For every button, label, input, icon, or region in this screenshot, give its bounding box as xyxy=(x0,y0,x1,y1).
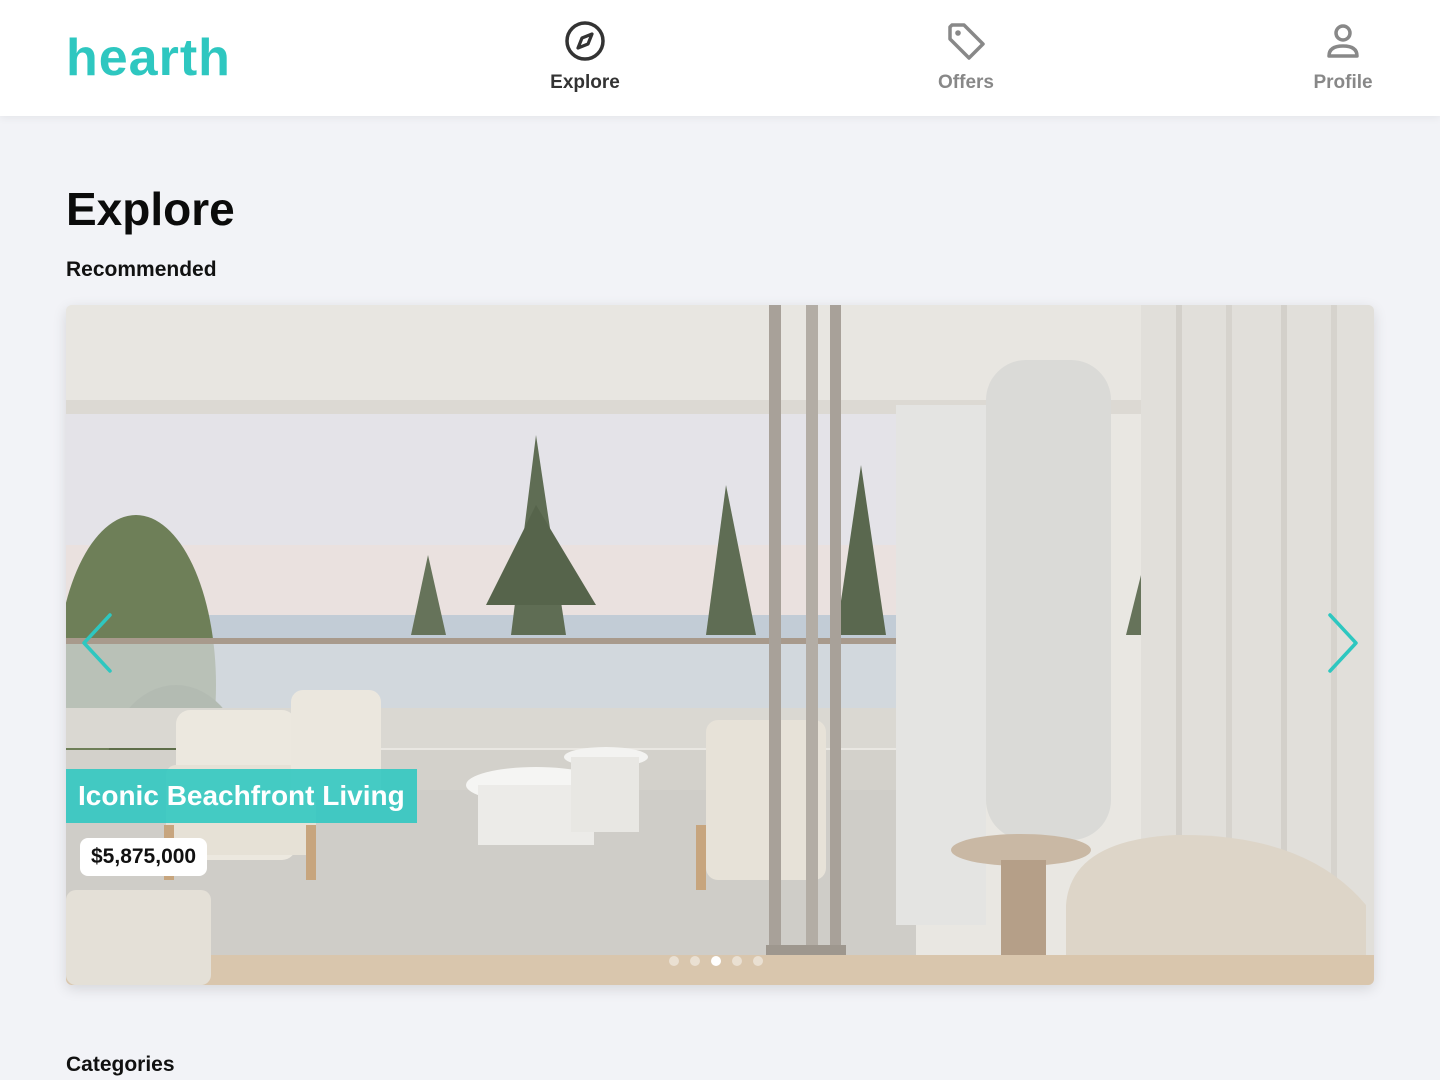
listing-price-badge: $5,875,000 xyxy=(80,838,208,876)
carousel-dot[interactable] xyxy=(690,956,700,966)
nav-offers-label: Offers xyxy=(938,72,994,93)
hearth-logo[interactable]: hearth xyxy=(66,28,231,88)
tag-icon xyxy=(943,18,989,64)
nav-explore-label: Explore xyxy=(550,72,620,93)
listing-title[interactable]: Iconic Beachfront Living xyxy=(66,769,417,823)
carousel-prev-button[interactable] xyxy=(72,610,122,680)
carousel-dot[interactable] xyxy=(732,956,742,966)
nav-offers[interactable]: Offers xyxy=(896,18,1036,100)
categories-heading: Categories xyxy=(66,1053,175,1076)
nav-profile[interactable]: Profile xyxy=(1273,18,1413,100)
chevron-right-icon xyxy=(1326,611,1360,680)
recommended-carousel[interactable]: Iconic Beachfront Living $5,875,000 xyxy=(66,305,1374,985)
user-icon xyxy=(1320,18,1366,64)
carousel-dot[interactable] xyxy=(669,956,679,966)
nav-profile-label: Profile xyxy=(1313,72,1373,93)
carousel-pagination xyxy=(669,956,763,966)
nav-explore[interactable]: Explore xyxy=(515,18,655,100)
carousel-next-button[interactable] xyxy=(1318,610,1368,680)
compass-icon xyxy=(562,18,608,64)
recommended-heading: Recommended xyxy=(66,258,217,281)
page-title: Explore xyxy=(66,183,235,235)
chevron-left-icon xyxy=(80,611,114,680)
carousel-dot[interactable] xyxy=(753,956,763,966)
carousel-dot-active[interactable] xyxy=(711,956,721,966)
top-navigation-bar: hearth Explore Offers Profile xyxy=(0,0,1440,116)
listing-photo xyxy=(66,305,1374,985)
